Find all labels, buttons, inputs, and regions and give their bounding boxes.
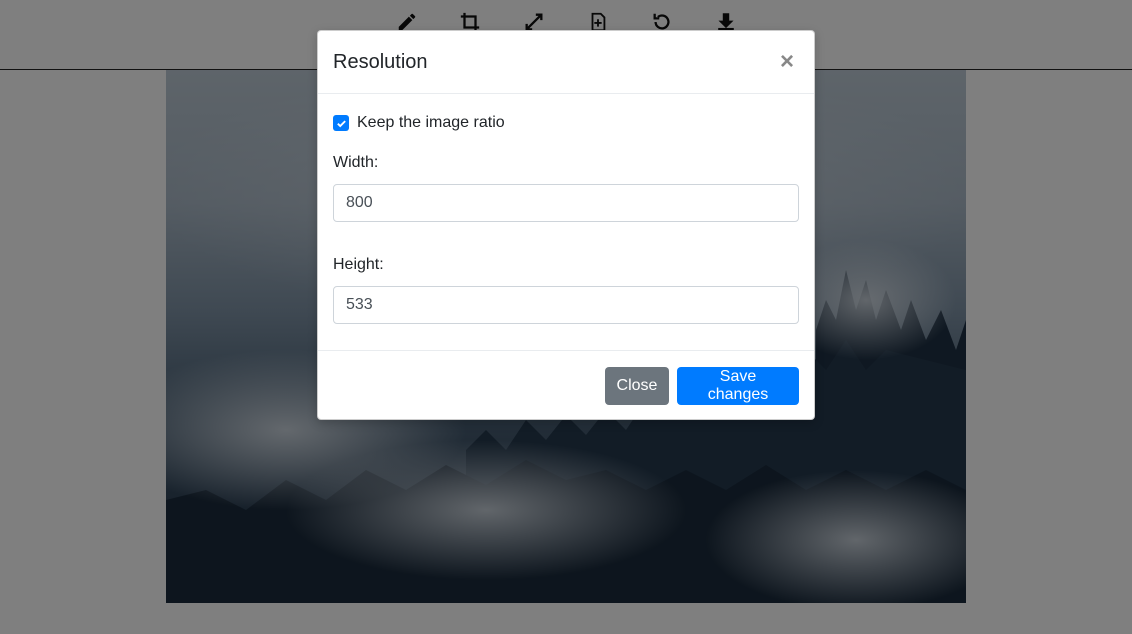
- save-changes-button[interactable]: Save changes: [677, 367, 799, 405]
- modal-footer: Close Save changes: [318, 350, 814, 420]
- close-button[interactable]: Close: [605, 367, 669, 405]
- modal-header: Resolution ×: [318, 31, 814, 94]
- modal-title: Resolution: [333, 50, 428, 73]
- checkmark-icon: [336, 119, 346, 127]
- width-input[interactable]: 800: [333, 184, 799, 222]
- height-input[interactable]: 533: [333, 286, 799, 324]
- width-label: Width:: [333, 154, 379, 171]
- resolution-dialog: Resolution × Keep the image ratio Width:…: [317, 30, 815, 420]
- height-label: Height:: [333, 256, 384, 273]
- keep-ratio-row: Keep the image ratio: [333, 110, 799, 136]
- keep-ratio-label[interactable]: Keep the image ratio: [357, 114, 505, 132]
- close-icon[interactable]: ×: [776, 49, 798, 75]
- height-value: 533: [346, 296, 373, 313]
- image-editor-app: Resolution × Keep the image ratio Width:…: [0, 0, 1132, 634]
- width-value: 800: [346, 194, 373, 211]
- keep-ratio-checkbox[interactable]: [333, 115, 349, 131]
- modal-body: Keep the image ratio Width: 800 Height: …: [318, 94, 814, 350]
